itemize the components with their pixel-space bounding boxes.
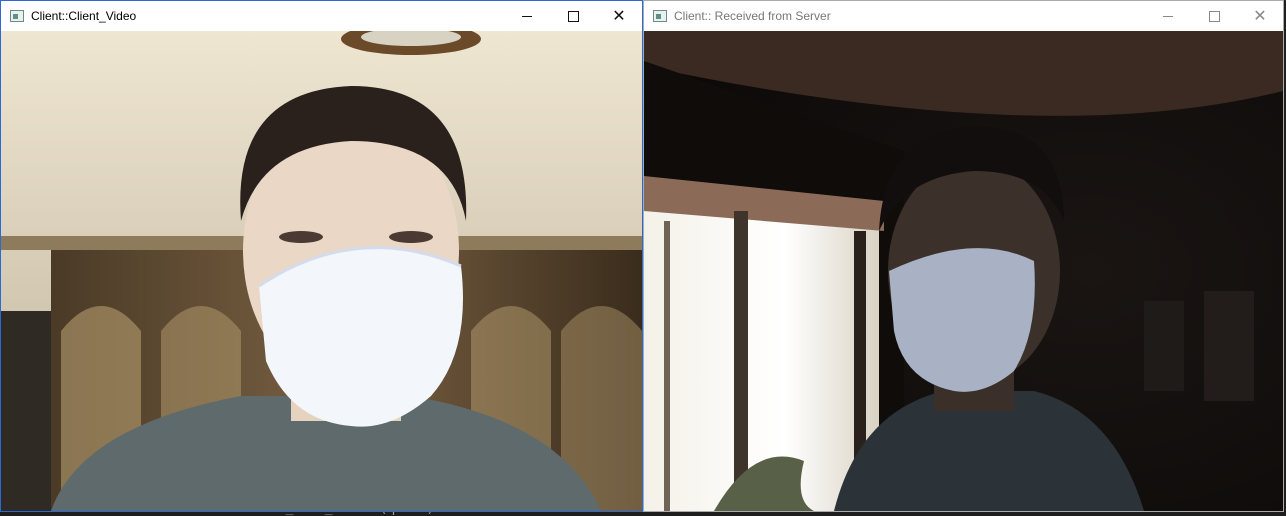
app-icon: [653, 10, 667, 22]
maximize-icon: [1208, 10, 1220, 22]
close-icon: ✕: [612, 8, 626, 25]
window-controls: ✕: [1145, 1, 1283, 31]
received-video-window[interactable]: Client:: Received from Server ✕: [643, 0, 1284, 512]
window-title: Client:: Received from Server: [674, 9, 831, 23]
minimize-icon: [1163, 15, 1173, 17]
title-bar[interactable]: Client::Client_Video ✕: [1, 1, 642, 31]
received-video-feed: [644, 31, 1283, 511]
maximize-icon: [567, 10, 579, 22]
window-title: Client::Client_Video: [31, 9, 137, 23]
title-bar[interactable]: Client:: Received from Server ✕: [644, 1, 1283, 31]
client-video-feed: [1, 31, 642, 511]
window-controls: ✕: [504, 1, 642, 31]
maximize-button[interactable]: [550, 1, 596, 31]
maximize-button[interactable]: [1191, 1, 1237, 31]
close-button[interactable]: ✕: [1237, 1, 1283, 31]
app-icon: [10, 10, 24, 22]
desktop: 56 def video_chat_client(queue): Client:…: [0, 0, 1286, 516]
client-video-window[interactable]: Client::Client_Video ✕: [0, 0, 643, 512]
minimize-button[interactable]: [1145, 1, 1191, 31]
minimize-icon: [522, 15, 532, 17]
minimize-button[interactable]: [504, 1, 550, 31]
close-button[interactable]: ✕: [596, 1, 642, 31]
close-icon: ✕: [1253, 8, 1267, 25]
